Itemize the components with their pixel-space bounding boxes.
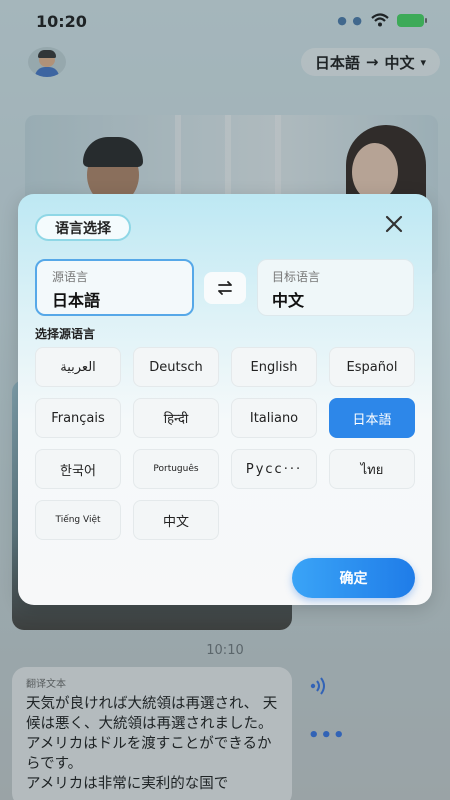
target-language-value: 中文	[272, 291, 305, 310]
target-language-label: 目标语言	[272, 270, 321, 284]
language-option-french[interactable]: Français	[35, 398, 121, 438]
source-language-value: 日本語	[52, 291, 101, 310]
source-language-label: 源语言	[52, 270, 89, 284]
language-option-italian[interactable]: Italiano	[231, 398, 317, 438]
dialog-title: 语言选择	[35, 214, 131, 241]
language-option-spanish[interactable]: Español	[329, 347, 415, 387]
language-option-arabic[interactable]: العربية	[35, 347, 121, 387]
target-language-field[interactable]: 目标语言 中文	[257, 259, 414, 316]
swap-icon	[218, 281, 232, 295]
language-option-japanese[interactable]: 日本語	[329, 398, 415, 438]
language-selection-dialog: 语言选择 源语言 日本語 目标语言 中文 选择源语言 العربية Deuts…	[18, 194, 432, 605]
language-option-english[interactable]: English	[231, 347, 317, 387]
language-option-hindi[interactable]: हिन्दी	[133, 398, 219, 438]
language-option-russian[interactable]: Русс···	[231, 449, 317, 489]
language-option-portuguese[interactable]: Português	[133, 449, 219, 489]
close-button[interactable]	[380, 210, 408, 238]
confirm-button[interactable]: 确定	[292, 558, 415, 598]
language-option-chinese[interactable]: 中文	[133, 500, 219, 540]
language-option-german[interactable]: Deutsch	[133, 347, 219, 387]
section-label: 选择源语言	[35, 327, 96, 341]
swap-languages-button[interactable]	[204, 272, 246, 304]
language-option-korean[interactable]: 한국어	[35, 449, 121, 489]
source-language-field[interactable]: 源语言 日本語	[35, 259, 194, 316]
language-option-thai[interactable]: ไทย	[329, 449, 415, 489]
close-icon	[385, 215, 403, 233]
language-option-vietnamese[interactable]: Tiếng Việt	[35, 500, 121, 540]
